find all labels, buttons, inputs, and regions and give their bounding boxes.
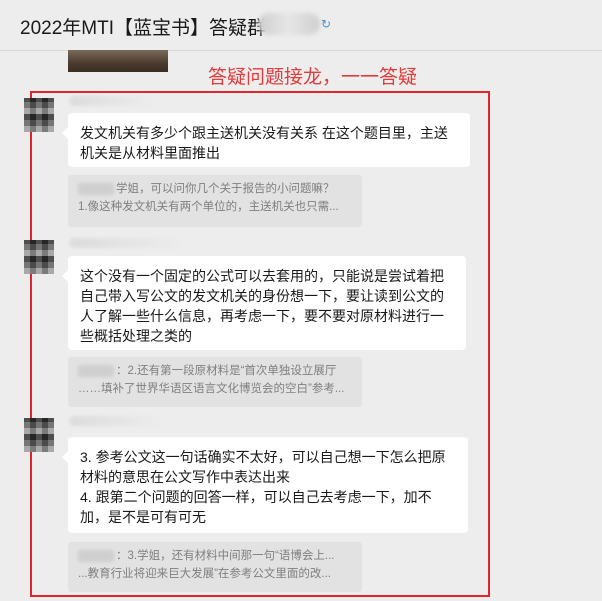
avatar[interactable] [24, 98, 54, 132]
message-text: 发文机关有多少个跟主送机关没有关系 在这个题目里，主送机关是从材料里面推出 [80, 125, 448, 161]
quoted-message[interactable]: 学姐，可以问你几个关于报告的小问题嘛？ 1.像这种发文机关有两个单位的，主送机关… [68, 175, 362, 227]
message-text: 这个没有一个固定的公式可以去套用的，只能说是尝试着把自己带入写公文的发文机关的身… [80, 268, 444, 344]
avatar[interactable] [24, 240, 54, 274]
message-bubble[interactable]: 这个没有一个固定的公式可以去套用的，只能说是尝试着把自己带入写公文的发文机关的身… [62, 256, 466, 350]
quote-line: 1.像这种发文机关有两个单位的，主送机关也只需... [78, 201, 339, 213]
message-text-line: 4. 跟第二个问题的回答一样，可以自己去考虑一下，加不加，是不是可有可无 [80, 489, 432, 525]
sender-name-blurred [70, 96, 150, 106]
chat-title: 2022年MTI【蓝宝书】答疑群 [20, 18, 266, 39]
blurred-title-suffix [258, 13, 320, 35]
quote-line: 学姐，可以问你几个关于报告的小问题嘛？ [78, 180, 352, 198]
chat-header: 2022年MTI【蓝宝书】答疑群 ↻ [0, 0, 602, 51]
blurred-name [78, 549, 114, 562]
quote-line: ：2.还有第一段原材料是“首次单独设立展厅 [78, 362, 352, 380]
message-bubble[interactable]: 发文机关有多少个跟主送机关没有关系 在这个题目里，主送机关是从材料里面推出 [62, 113, 470, 167]
avatar[interactable] [24, 418, 54, 452]
quote-line: ：3.学姐，还有材料中间那一句“语博会上... [78, 547, 352, 565]
sticker-icon: ↻ [321, 17, 332, 31]
blurred-name [78, 364, 114, 377]
quote-line: ...教育行业将迎来巨大发展”在参考公文里面的改... [78, 568, 331, 580]
annotation-callout: 答疑问题接龙，一一答疑 [208, 67, 418, 88]
shared-image-thumbnail[interactable] [68, 50, 168, 72]
quote-line: ……填补了世界华语区语言文化博览会的空白”参考... [78, 383, 345, 395]
sender-name-blurred [70, 416, 160, 426]
quoted-message[interactable]: ：2.还有第一段原材料是“首次单独设立展厅 ……填补了世界华语区语言文化博览会的… [68, 357, 362, 407]
sender-name-blurred [70, 238, 180, 248]
quoted-message[interactable]: ：3.学姐，还有材料中间那一句“语博会上... ...教育行业将迎来巨大发展”在… [68, 542, 362, 592]
message-text-line: 3. 参考公文这一句话确实不太好，可以自己想一下怎么把原材料的意思在公文写作中表… [80, 449, 446, 485]
message-bubble[interactable]: 3. 参考公文这一句话确实不太好，可以自己想一下怎么把原材料的意思在公文写作中表… [62, 437, 468, 533]
blurred-name [78, 182, 114, 195]
